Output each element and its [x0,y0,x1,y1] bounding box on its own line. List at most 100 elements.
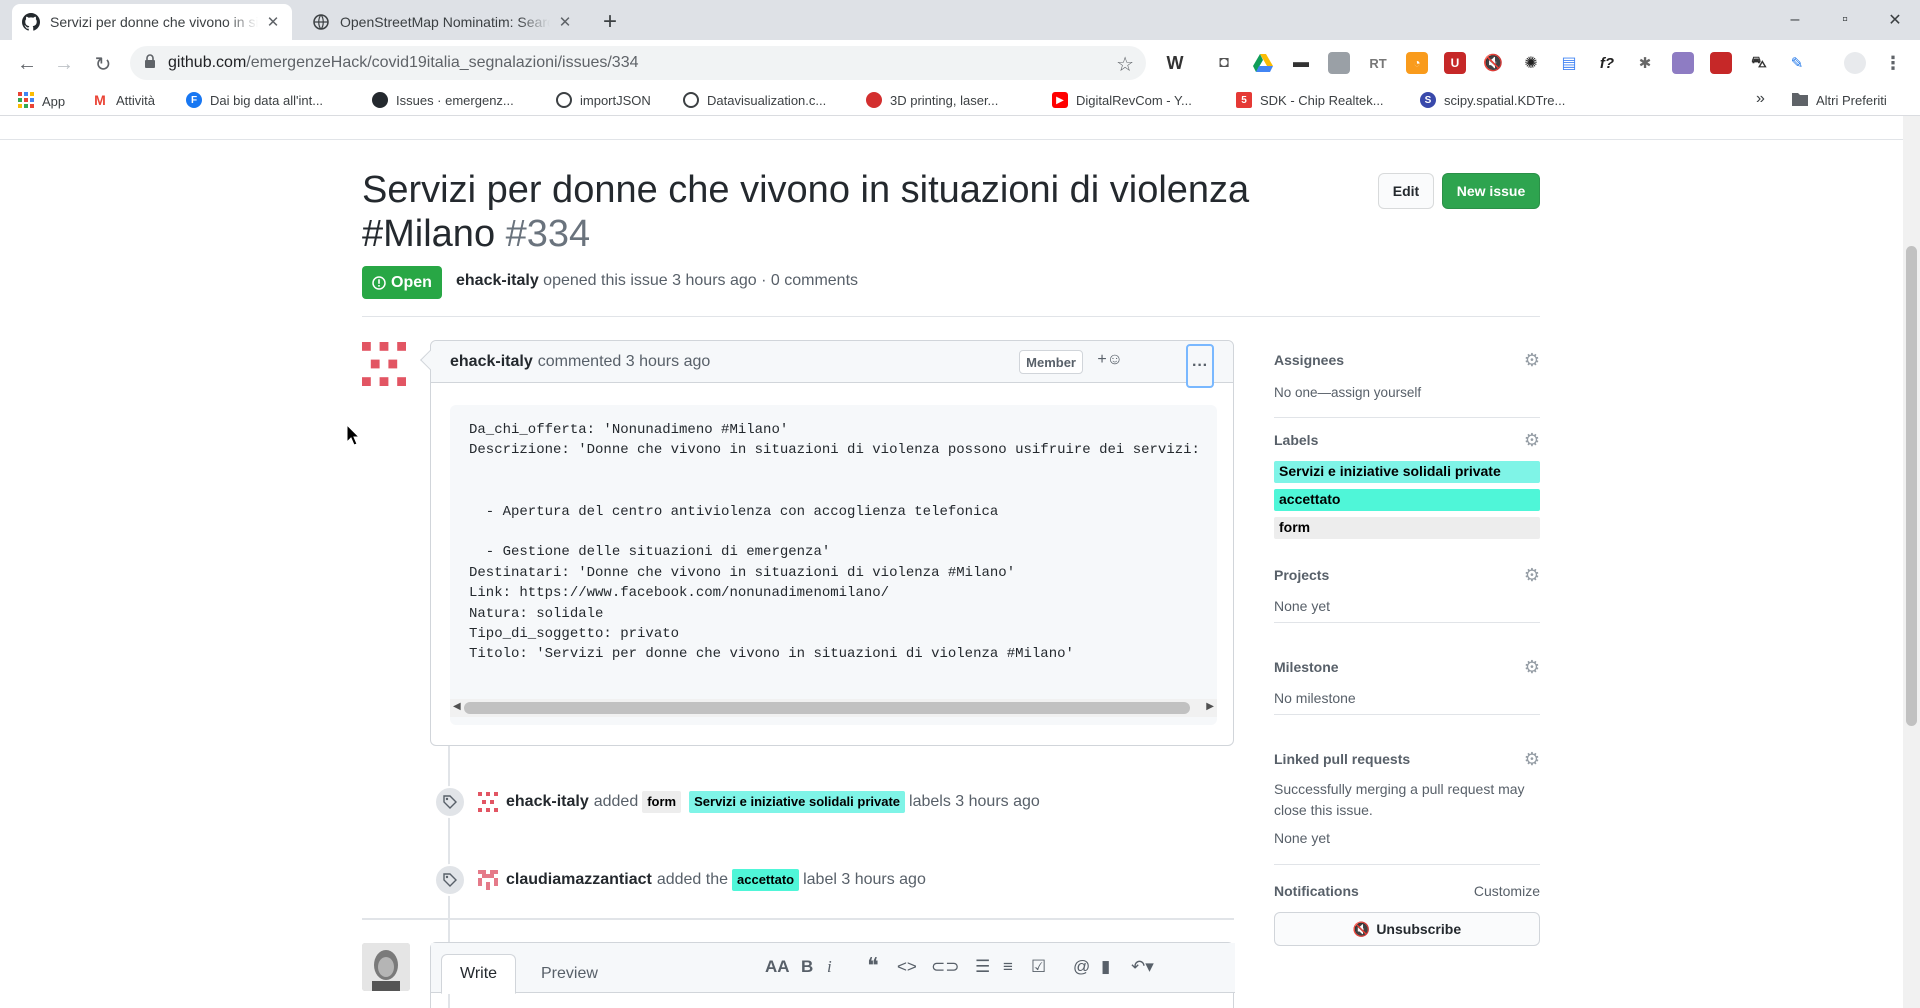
address-bar[interactable]: github.com/emergenzeHack/covid19italia_s… [130,46,1146,80]
horizontal-scrollbar[interactable]: ◀ ▶ [450,699,1217,717]
quote-icon[interactable]: ❝ [867,953,879,979]
bookmark-icon[interactable]: ▮ [1101,957,1110,977]
close-icon[interactable]: ✕ [556,13,574,31]
scroll-right-icon[interactable]: ▶ [1206,701,1214,712]
close-icon[interactable]: ✕ [264,13,282,31]
bookmark-big-data[interactable]: F Dai big data all'int... [186,92,323,108]
label-servizi[interactable]: Servizi e iniziative solidali private [689,791,906,813]
scrollbar-thumb[interactable] [1906,246,1917,726]
label-form[interactable]: form [642,791,682,813]
sidebar-label-servizi[interactable]: Servizi e iniziative solidali private [1274,461,1540,483]
extension-red-icon[interactable] [1710,52,1732,74]
tab-preview[interactable]: Preview [523,954,616,994]
github-issue-page: Servizi per donne che vivono in situazio… [0,116,1903,1008]
scroll-left-icon[interactable]: ◀ [453,701,461,712]
italic-icon[interactable]: i [827,957,832,977]
linked-pr-heading[interactable]: Linked pull requests [1274,751,1410,767]
tab-write[interactable]: Write [441,954,517,994]
new-issue-button[interactable]: New issue [1442,173,1540,209]
edit-button[interactable]: Edit [1378,173,1434,209]
labels-heading[interactable]: Labels [1274,432,1318,448]
gear-icon[interactable]: ⚙ [1524,430,1540,451]
code-icon[interactable]: <> [897,957,917,977]
rt-icon[interactable]: RT [1367,52,1389,74]
more-bookmarks-icon[interactable]: » [1756,90,1765,108]
extension-swirl-icon[interactable]: ✺ [1520,52,1542,74]
issue-meta-text: opened this issue 3 hours ago · 0 commen… [543,272,859,289]
profile-avatar-icon[interactable] [1844,52,1866,74]
task-list-icon[interactable]: ☑ [1031,957,1046,977]
unsubscribe-button[interactable]: 🔇 Unsubscribe [1274,912,1540,946]
projects-value: None yet [1274,598,1331,614]
event-actor-link[interactable]: claudiamazzantiact [506,871,652,889]
sidebar-label-accettato[interactable]: accettato [1274,489,1540,511]
ublock-icon[interactable]: U [1444,52,1466,74]
label-accettato[interactable]: accettato [732,869,800,891]
avatar[interactable] [362,943,410,991]
drive-icon[interactable] [1252,52,1274,74]
forward-arrow-icon[interactable]: → [49,49,79,79]
bold-icon[interactable]: B [801,957,813,977]
bookmark-star-icon[interactable]: ☆ [1116,52,1134,77]
bug-icon[interactable]: ✱ [1634,52,1656,74]
function-icon[interactable]: f? [1596,52,1618,74]
bookmark-sdk[interactable]: 5 SDK - Chip Realtek... [1236,92,1384,108]
avatar[interactable] [362,342,406,386]
bulleted-list-icon[interactable]: ☰ [975,957,990,977]
printer-icon [866,92,882,108]
bookmark-digitalrev[interactable]: ▶ DigitalRevCom - Y... [1052,92,1192,108]
assignees-value[interactable]: No one—assign yourself [1274,382,1421,403]
milestone-heading[interactable]: Milestone [1274,659,1339,675]
assignees-section: Assignees ⚙ No one—assign yourself [1274,340,1540,418]
gear-icon[interactable]: ⚙ [1524,749,1540,770]
link-icon[interactable]: ⊂⊃ [931,957,960,977]
maximize-icon[interactable]: ▫ [1820,0,1870,40]
bookmark-scipy[interactable]: S scipy.spatial.KDTre... [1420,92,1565,108]
customize-link[interactable]: Customize [1474,883,1540,899]
extension-w-icon[interactable]: W [1164,52,1186,74]
extension-pen-icon[interactable]: ✎ [1786,52,1808,74]
projects-heading[interactable]: Projects [1274,567,1329,583]
kebab-menu-icon[interactable]: ⋮ [1882,52,1904,74]
pocket-icon[interactable]: ◘ [1213,52,1235,74]
bookmark-apps[interactable]: App [18,92,65,111]
bookmark-3d-printing[interactable]: 3D printing, laser... [866,92,998,108]
extension-gray-icon[interactable] [1328,52,1350,74]
reply-icon[interactable]: ↶▾ [1131,957,1154,977]
bookmark-importjson[interactable]: importJSON [556,92,651,108]
avatar[interactable] [478,792,498,812]
avatar[interactable] [478,870,498,890]
gear-icon[interactable]: ⚙ [1524,657,1540,678]
extension-purple-icon[interactable] [1672,52,1694,74]
mention-icon[interactable]: @ [1073,957,1090,977]
rss-icon[interactable]: ◔ [1406,52,1428,74]
numbered-list-icon[interactable]: ≡ [1003,957,1013,977]
tab-github-issue[interactable]: Servizi per donne che vivono in situazio… [12,4,292,40]
glasses-icon[interactable]: ▬ [1290,52,1312,74]
comment-author-link[interactable]: ehack-italy [450,353,533,371]
issue-author-link[interactable]: ehack-italy [456,272,539,289]
mute-icon[interactable]: 🔇 [1482,52,1504,74]
minimize-icon[interactable]: – [1770,0,1820,40]
gear-icon[interactable]: ⚙ [1524,565,1540,586]
kebab-horizontal-icon[interactable]: ··· [1186,344,1214,388]
docs-icon[interactable]: ▤ [1558,52,1580,74]
window-close-icon[interactable]: ✕ [1870,0,1920,40]
text-size-icon[interactable]: AA [765,957,790,977]
gear-icon[interactable]: ⚙ [1524,350,1540,371]
bookmark-attivita[interactable]: M Attività [92,92,155,108]
new-tab-plus-icon[interactable]: + [596,8,624,36]
assignees-heading[interactable]: Assignees [1274,352,1344,368]
event-actor-link[interactable]: ehack-italy [506,793,589,811]
reload-icon[interactable]: ↻ [88,49,118,79]
comment-time[interactable]: commented 3 hours ago [538,353,711,371]
extension-car-icon[interactable]: ⛍ [1748,52,1770,74]
bookmark-issues[interactable]: Issues · emergenz... [372,92,514,108]
back-arrow-icon[interactable]: ← [12,49,42,79]
bookmark-altri-preferiti[interactable]: Altri Preferiti [1792,92,1887,109]
add-reaction-icon[interactable]: +☺ [1097,351,1123,369]
scrollbar-thumb[interactable] [464,702,1190,714]
page-scrollbar[interactable] [1903,116,1920,1008]
bookmark-datavisualization[interactable]: Datavisualization.c... [683,92,826,108]
tab-nominatim[interactable]: OpenStreetMap Nominatim: Search ✕ [302,4,584,40]
